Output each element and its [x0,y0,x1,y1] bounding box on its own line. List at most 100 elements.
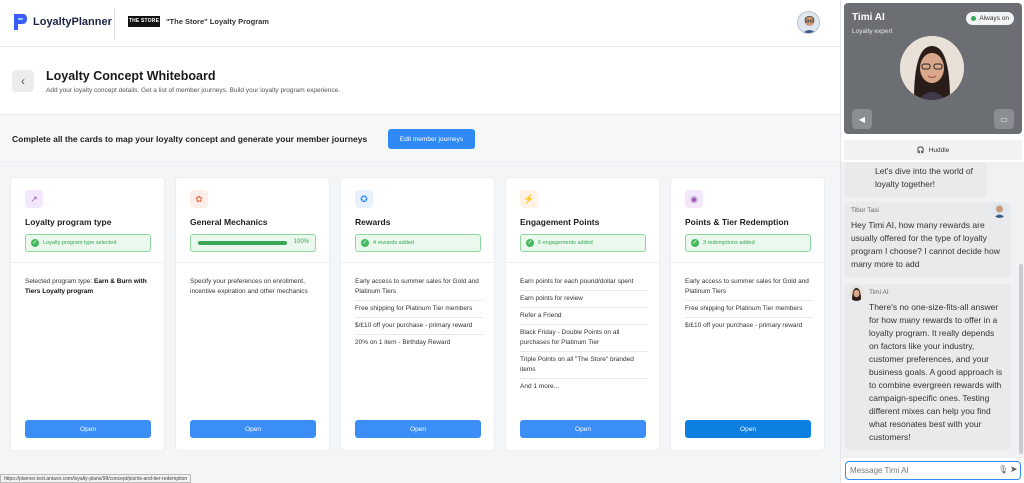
always-on-badge: Always on [966,12,1014,25]
list-item: 20% on 1 item - Birthday Reward [355,339,451,346]
ai-name: Timi AI [852,12,885,23]
brand-logo[interactable]: LoyaltyPlanner [12,12,112,32]
card-body: Earn points for each pound/dollar spent … [520,277,648,398]
status-badge: ✓ 4 rewards added [355,234,481,252]
body-label: Selected program type: [25,278,95,285]
back-button[interactable]: ‹ [12,70,34,92]
card-rewards: ✪ Rewards ✓ 4 rewards added Early access… [340,177,495,451]
progress-badge: 100% [190,234,316,252]
card-points-tier-redemption: ◉ Points & Tier Redemption ✓ 3 redemptio… [670,177,825,451]
header-divider [114,8,115,40]
list-item: Early access to summer sales for Gold an… [355,277,483,301]
list-item: Free shipping for Platinum Tier members [685,304,813,318]
chat-input-box[interactable]: 🎙 ➤ [845,461,1021,480]
gift-icon: ✿ [190,190,208,208]
ai-avatar-icon [852,288,861,301]
edit-member-journeys-button[interactable]: Edit member journeys [388,129,475,149]
ai-avatar-small [849,286,864,301]
ai-chat-panel: Timi AI Loyalty expert Always on ◀ ▭ 🎧 H… [840,0,1024,483]
list-item: Earn points for review [520,294,648,308]
program-name: "The Store" Loyalty Program [166,17,269,26]
always-on-text: Always on [979,15,1009,22]
page-subtitle: Add your loyalty concept details. Get a … [46,87,341,94]
open-button[interactable]: Open [25,420,151,438]
chat-scrollbar[interactable] [1019,264,1023,454]
huddle-button[interactable]: 🎧 Huddle [844,140,1022,160]
progress-bar [198,241,287,245]
user-avatar[interactable] [797,11,820,34]
message-sender: Timi AI [869,289,889,296]
list-item: $/£10 off your purchase - primary reward [685,322,803,329]
check-icon: ✓ [691,239,699,247]
check-icon: ✓ [526,239,534,247]
status-text: 6 engagements added [538,240,593,246]
card-body: Early access to summer sales for Gold an… [355,277,483,354]
card-title: Points & Tier Redemption [685,217,789,227]
card-body: Early access to summer sales for Gold an… [685,277,813,337]
brand-logo-icon [14,14,27,30]
divider [11,262,164,263]
status-badge: ✓ 3 redemptions added [685,234,811,252]
list-item: Black Friday - Double Points on all purc… [520,328,648,352]
open-button[interactable]: Open [685,420,811,438]
send-icon[interactable]: ➤ [1010,464,1018,475]
chevron-left-icon: ‹ [21,74,25,88]
headphones-icon: 🎧 [916,147,925,154]
list-item: Triple Points on all "The Store" branded… [520,355,648,379]
list-item: Early access to summer sales for Gold an… [685,277,813,301]
instruction-banner: Complete all the cards to map your loyal… [0,116,840,162]
online-dot-icon [971,16,977,21]
more-link[interactable]: And 1 more... [520,382,648,395]
divider [176,262,329,263]
status-bar-url: https://planner.test.antavo.com/loyalty-… [0,474,192,483]
ai-video-call: Timi AI Loyalty expert Always on ◀ ▭ [844,3,1022,134]
open-button[interactable]: Open [190,420,316,438]
progress-fill [198,241,287,245]
huddle-label: Huddle [928,146,950,154]
ai-avatar [900,36,964,100]
microphone-icon[interactable]: 🎙 [998,465,1008,474]
list-item: Earn points for each pound/dollar spent [520,277,648,291]
status-text: Loyalty program type selected [43,240,117,246]
chat-message: Timi AI There's no one-size-fits-all ans… [845,284,1011,450]
redeem-icon: ◉ [685,190,703,208]
banner-text: Complete all the cards to map your loyal… [12,134,368,144]
trend-arrow-icon: ↗ [25,190,43,208]
message-input[interactable] [850,464,990,477]
message-text: There's no one-size-fits-all answer for … [869,302,1003,442]
speaker-icon: ◀ [858,114,866,124]
status-badge: ✓ 6 engagements added [520,234,646,252]
page-title-area: ‹ Loyalty Concept Whiteboard Add your lo… [0,47,840,115]
card-body: Specify your preferences on enrollment, … [190,278,308,295]
card-general-mechanics: ✿ General Mechanics 100% Specify your pr… [175,177,330,451]
mute-button[interactable]: ◀ [852,109,872,129]
page-title: Loyalty Concept Whiteboard [46,69,216,83]
open-button[interactable]: Open [520,420,646,438]
ai-role: Loyalty expert [852,28,893,35]
card-loyalty-program-type: ↗ Loyalty program type ✓ Loyalty program… [10,177,165,451]
card-title: General Mechanics [190,217,268,227]
store-logo: THE STORE [128,16,160,27]
ai-avatar-image [900,36,964,100]
card-title: Rewards [355,217,391,227]
card-title: Loyalty program type [25,217,112,227]
chat-message: Tibor Tasi Hey Timi AI, how many rewards… [845,202,1011,277]
open-button[interactable]: Open [355,420,481,438]
message-sender: Tibor Tasi [851,207,879,214]
message-text: Let's dive into the world of loyalty tog… [875,166,974,189]
divider [671,262,824,263]
chat-message: Let's dive into the world of loyalty tog… [845,162,987,197]
camera-icon: ▭ [1000,114,1008,124]
message-text: Hey Timi AI, how many rewards are usuall… [851,220,1000,269]
top-header: LoyaltyPlanner THE STORE "The Store" Loy… [0,0,840,47]
status-text: 3 redemptions added [703,240,755,246]
list-item: Free shipping for Platinum Tier members [355,304,483,318]
chat-messages: Let's dive into the world of loyalty tog… [841,162,1024,458]
camera-button[interactable]: ▭ [994,109,1014,129]
check-icon: ✓ [361,239,369,247]
check-icon: ✓ [31,239,39,247]
user-avatar-icon [802,16,817,33]
divider [506,262,659,263]
progress-percent: 100% [293,239,309,245]
list-item: Refer a Friend [520,311,648,325]
